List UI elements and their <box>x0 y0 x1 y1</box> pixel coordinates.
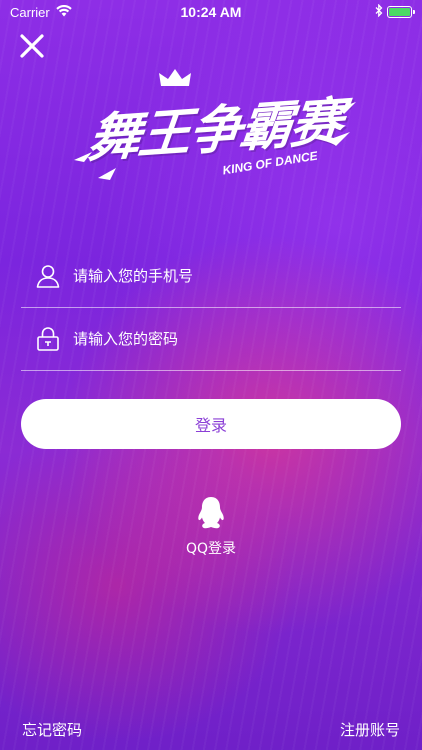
close-icon <box>20 34 44 58</box>
phone-input[interactable] <box>73 266 401 285</box>
user-icon <box>33 261 63 291</box>
logo-sparks <box>74 102 356 180</box>
battery-level <box>389 8 410 16</box>
qq-login-label: QQ登录 <box>185 541 237 557</box>
qq-penguin-icon <box>198 497 224 529</box>
app-logo: 舞王争霸赛 KING OF DANCE <box>70 68 360 208</box>
register-link[interactable]: 注册账号 <box>340 719 400 740</box>
password-field <box>21 307 401 371</box>
login-button[interactable]: 登录 <box>21 399 401 449</box>
qq-login-button[interactable]: QQ登录 <box>161 496 261 558</box>
battery-icon <box>387 6 415 18</box>
lock-icon <box>33 324 63 354</box>
close-button[interactable] <box>16 30 48 62</box>
status-time: 10:24 AM <box>180 4 242 20</box>
status-bar: Carrier 10:24 AM <box>0 0 422 24</box>
forgot-password-link[interactable]: 忘记密码 <box>22 719 82 740</box>
password-input[interactable] <box>73 329 401 348</box>
phone-field <box>21 244 401 308</box>
